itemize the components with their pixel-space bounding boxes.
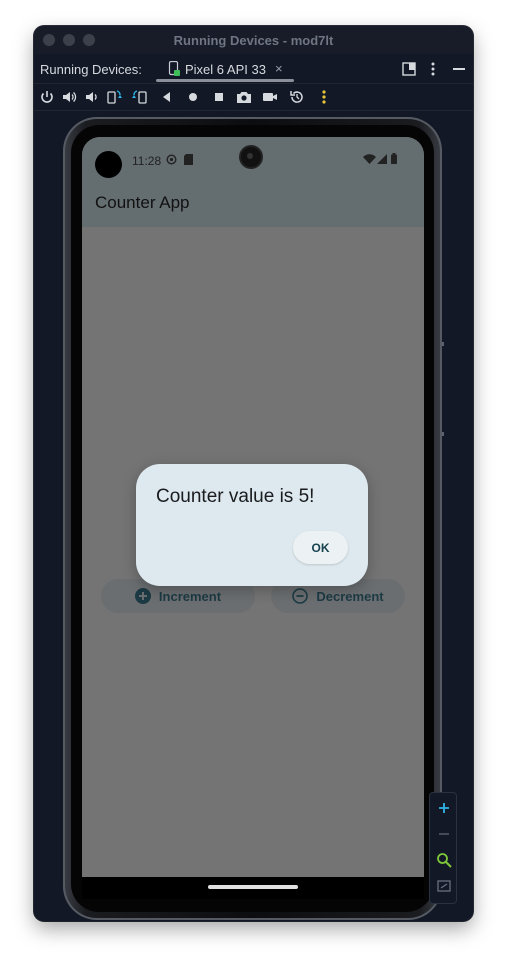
active-tab-indicator (156, 79, 294, 82)
zoom-actual-icon[interactable] (436, 852, 452, 868)
device-icon (168, 61, 180, 76)
zoom-in-icon[interactable] (436, 800, 452, 816)
sd-card-icon (184, 154, 193, 165)
screen-record-icon[interactable] (262, 89, 278, 105)
ok-button[interactable]: OK (293, 531, 348, 564)
status-time: 11:28 (132, 154, 162, 168)
app-title: Counter App (95, 193, 190, 212)
wifi-icon (363, 154, 376, 164)
edge-marker (442, 342, 444, 346)
front-camera (241, 147, 261, 167)
edge-marker (442, 432, 444, 436)
volume-down-icon[interactable] (83, 89, 99, 105)
rotate-right-icon[interactable] (132, 89, 148, 105)
dialog-message: Counter value is 5! (156, 486, 315, 507)
running-devices-label: Running Devices: (40, 62, 142, 77)
volume-up-icon[interactable] (61, 89, 77, 105)
back-icon[interactable] (159, 89, 175, 105)
power-icon[interactable] (39, 89, 55, 105)
zoom-out-icon[interactable] (436, 826, 452, 842)
remove-circle-icon (292, 588, 309, 604)
snapshot-icon[interactable] (289, 89, 305, 105)
hide-panel-icon[interactable] (453, 67, 465, 71)
close-tab-icon[interactable]: × (275, 61, 283, 76)
home-icon[interactable] (185, 89, 201, 105)
profile-avatar (95, 151, 122, 178)
alert-dialog: Counter value is 5! OK (136, 464, 368, 586)
tab-pixel-6-api-33[interactable]: Pixel 6 API 33 × (156, 54, 294, 84)
decrement-label: Decrement (316, 588, 384, 604)
gesture-handle[interactable] (208, 885, 298, 889)
device-toolbar (34, 85, 473, 111)
zoom-controls (429, 792, 457, 904)
screenshot-icon[interactable] (236, 89, 252, 105)
window-title: Running Devices - mod7lt (173, 33, 334, 48)
more-options-icon[interactable] (316, 89, 332, 105)
add-circle-icon (134, 588, 151, 604)
tab-label: Pixel 6 API 33 (185, 62, 266, 77)
gesture-navigation-bar (82, 877, 424, 899)
zoom-fit-icon[interactable] (436, 878, 452, 894)
title-bar: Running Devices - mod7lt (34, 26, 473, 54)
app-bar: Counter App (82, 181, 424, 227)
rotate-left-icon[interactable] (106, 89, 122, 105)
tabs-bar: Running Devices: Pixel 6 API 33 × (34, 54, 473, 84)
status-bar: 11:28 (82, 137, 424, 181)
battery-icon (391, 153, 397, 164)
increment-label: Increment (158, 588, 222, 604)
layout-toggle-icon[interactable] (402, 62, 416, 76)
overview-icon[interactable] (211, 89, 227, 105)
cell-signal-icon (377, 154, 387, 164)
tabs-more-icon[interactable] (430, 61, 436, 77)
settings-status-icon (166, 154, 177, 165)
